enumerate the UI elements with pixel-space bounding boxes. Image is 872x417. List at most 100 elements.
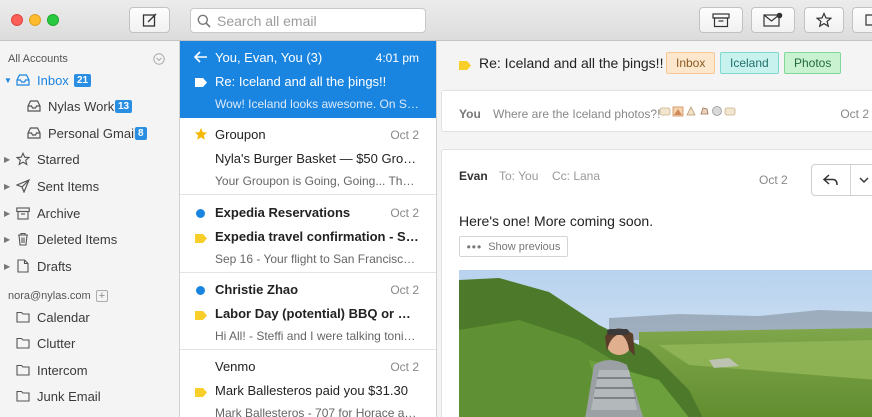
window-maximize-button[interactable] [47,14,59,26]
add-folder-button[interactable]: + [96,290,108,302]
thread-row[interactable]: Expedia Reservations Oct 2 Expedia trave… [180,196,436,273]
thread-list: You, Evan, You (3) 4:01 pm Re: Iceland a… [180,41,437,417]
thread-date: Oct 2 [390,128,419,142]
attached-photo[interactable] [459,270,872,417]
inbox-icon [27,99,41,113]
search-input[interactable] [217,12,417,29]
sidebar-item-archive[interactable]: ▶ Archive [0,201,179,225]
unread-count-badge: 13 [115,99,133,113]
sidebar-item-personal-gmail[interactable]: Personal Gmail 8 [0,121,179,145]
message-date: Oct 2 [840,107,869,121]
search-field[interactable] [190,8,426,33]
ellipsis-icon: ••• [466,239,483,254]
sidebar-item-label: Inbox [37,72,69,88]
tag-icon [865,14,872,26]
thread-row[interactable]: Groupon Oct 2 Nyla's Burger Basket — $50… [180,118,436,195]
thread-row[interactable]: Venmo Oct 2 Mark Ballesteros paid you $3… [180,350,436,417]
sidebar-item-sent[interactable]: ▶ Sent Items [0,174,179,198]
label-tag-icon [194,308,208,326]
sidebar-folder-label: Calendar [37,309,90,325]
message-subject: Re: Iceland and all the þings!! [479,55,664,71]
thread-snippet: Your Groupon is Going, Going... The... [215,174,419,188]
mark-as-read-button[interactable] [751,7,795,33]
sidebar-folder-junk[interactable]: Junk Email [0,384,179,408]
message-sender: Evan [459,169,488,183]
sidebar-item-label: Nylas Work [48,98,115,114]
search-icon [197,14,211,28]
thread-row[interactable]: Christie Zhao Oct 2 Labor Day (potential… [180,273,436,350]
label-chip-inbox[interactable]: Inbox [666,52,716,74]
show-previous-button[interactable]: ••• Show previous [459,236,568,257]
emoji-sticker-icons [659,105,736,117]
label-chip-photos[interactable]: Photos [784,52,842,74]
sidebar-item-inbox[interactable]: ▼ Inbox 21 [0,68,179,92]
unread-dot-icon[interactable] [196,286,205,295]
sidebar-item-nylas-work[interactable]: Nylas Work 13 [0,94,179,118]
caret-right-icon[interactable]: ▶ [4,262,10,271]
message-snippet: Where are the Iceland photos?! [493,107,661,121]
send-icon [16,179,30,193]
thread-subject: Nyla's Burger Basket — $50 Grou... [215,151,419,166]
label-tag-icon [194,231,208,249]
unread-count-badge: 21 [74,73,92,87]
sidebar-folder-label: Intercom [37,362,88,378]
message-cc: Cc: Lana [552,169,601,183]
message-subject-bar: Re: Iceland and all the þings!! Inbox Ic… [437,41,872,87]
account-email-header: nora@nylas.com [8,290,91,302]
sidebar-folder-clutter[interactable]: Clutter [0,331,179,355]
archive-button[interactable] [699,7,743,33]
sidebar-item-drafts[interactable]: ▶ Drafts [0,254,179,278]
caret-right-icon[interactable]: ▶ [4,155,10,164]
sidebar-item-label: Archive [37,205,81,221]
sidebar-folder-label: Clutter [37,335,76,351]
caret-right-icon[interactable]: ▶ [4,235,10,244]
sidebar-item-label: Personal Gmail [48,125,137,141]
label-chip-iceland[interactable]: Iceland [720,52,779,74]
window-minimize-button[interactable] [29,14,41,26]
reply-arrow-icon [193,50,208,68]
collapse-toggle-icon[interactable] [153,53,165,65]
inbox-icon [27,126,41,140]
compose-button[interactable] [129,7,170,33]
chevron-down-icon [859,177,869,183]
message-sender: You [459,107,481,121]
thread-subject: Mark Ballesteros paid you $31.30 [215,383,408,398]
folder-icon [16,336,30,350]
sidebar-item-label: Drafts [37,258,72,274]
label-button[interactable] [852,7,872,33]
caret-right-icon[interactable]: ▶ [4,209,10,218]
show-previous-label: Show previous [488,240,561,253]
unread-dot-icon[interactable] [196,209,205,218]
star-icon [816,12,832,28]
star-button[interactable] [804,7,844,33]
thread-participants: Expedia Reservations [215,205,351,220]
sidebar-item-label: Sent Items [37,178,100,194]
thread-subject: Expedia travel confirmation - Se... [215,229,419,244]
sidebar-folder-calendar[interactable]: Calendar [0,305,179,329]
reply-button[interactable] [812,165,850,195]
unread-count-badge: 8 [135,126,147,140]
thread-participants: Groupon [215,127,266,142]
caret-down-icon[interactable]: ▼ [4,76,12,85]
archive-icon [712,13,730,28]
sidebar-item-deleted[interactable]: ▶ Deleted Items [0,227,179,251]
reply-icon [823,174,838,186]
all-accounts-header: All Accounts [8,53,68,65]
reply-options-button[interactable] [851,165,872,195]
folder-icon [16,389,30,403]
inbox-icon [16,73,30,87]
sidebar-item-starred[interactable]: ▶ Starred [0,147,179,171]
thread-participants: Venmo [215,359,256,374]
thread-row[interactable]: You, Evan, You (3) 4:01 pm Re: Iceland a… [180,41,436,118]
sidebar-item-label: Deleted Items [37,231,118,247]
collapsed-message[interactable]: You Where are the Iceland photos?! Oct 2 [441,90,872,132]
sidebar-folder-intercom[interactable]: Intercom [0,358,179,382]
window-close-button[interactable] [11,14,23,26]
thread-date: Oct 2 [390,360,419,374]
toolbar [0,0,872,41]
trash-icon [16,232,30,246]
caret-right-icon[interactable]: ▶ [4,182,10,191]
reading-pane: Re: Iceland and all the þings!! Inbox Ic… [437,41,872,417]
star-filled-icon[interactable] [194,127,208,146]
compose-icon [142,13,156,27]
